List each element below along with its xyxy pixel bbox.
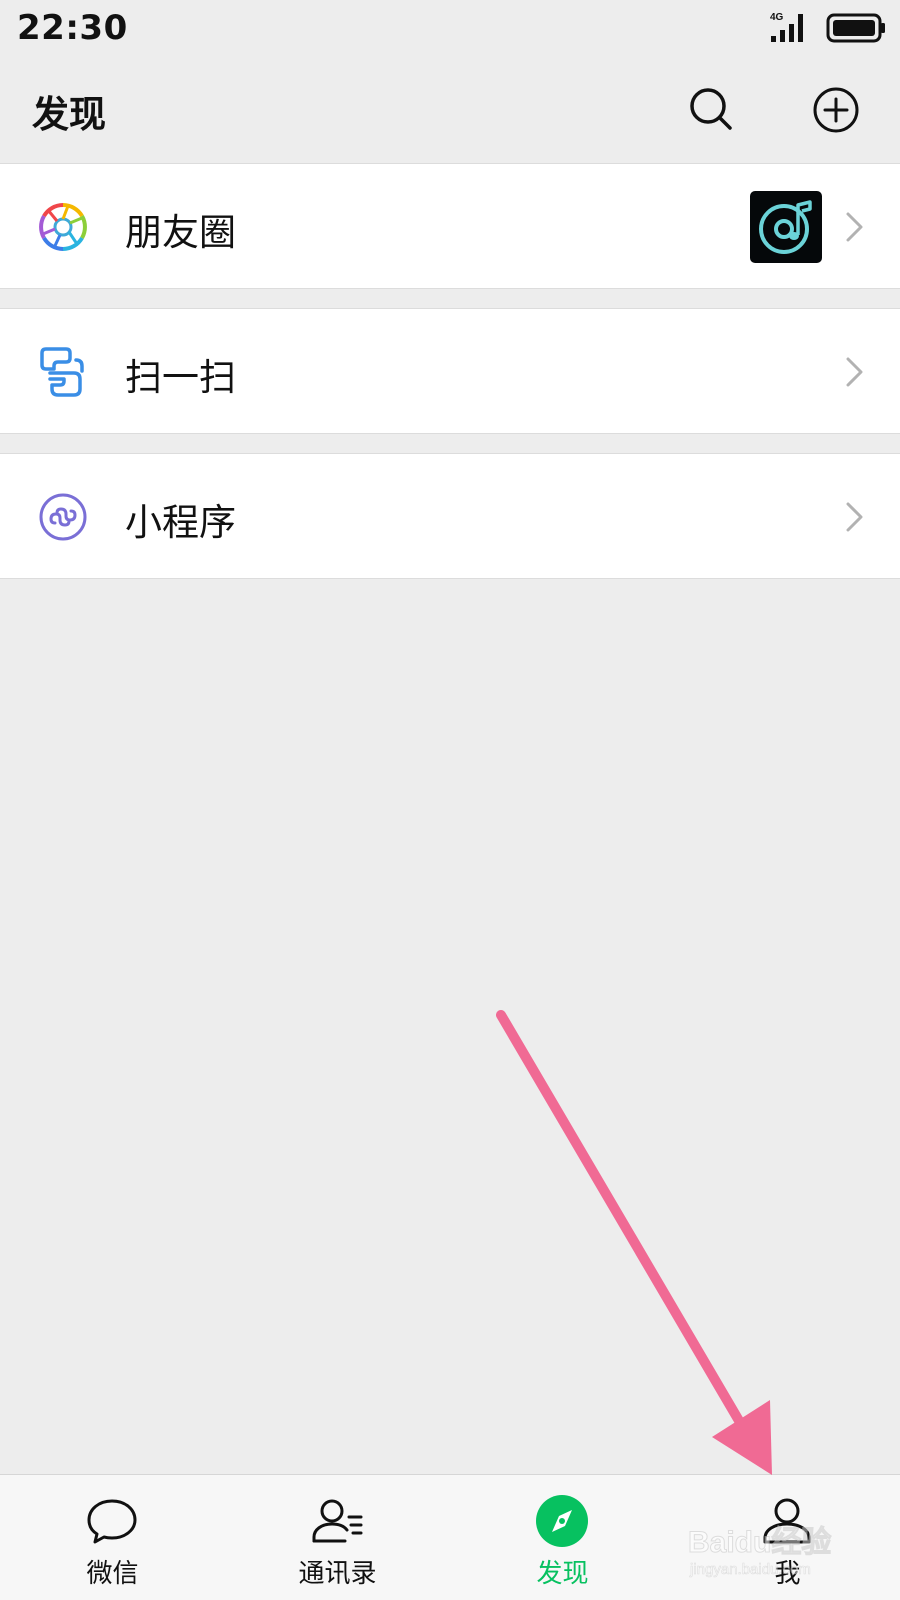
- contacts-icon: [312, 1499, 363, 1543]
- search-icon[interactable]: [683, 82, 739, 138]
- scan-icon: [40, 347, 84, 397]
- list-item-scan[interactable]: 扫一扫: [0, 308, 900, 434]
- tab-chats[interactable]: 微信: [0, 1475, 225, 1600]
- top-navigation-bar: 发现: [0, 58, 900, 162]
- chevron-right-icon: [846, 357, 863, 387]
- tab-me[interactable]: 我: [675, 1475, 900, 1600]
- chevron-right-icon: [846, 212, 863, 242]
- moments-thumbnail: [750, 191, 822, 263]
- cellular-signal-icon: 4G: [770, 12, 803, 42]
- mini-program-icon: [39, 493, 87, 541]
- tab-chats-label: 微信: [86, 1559, 139, 1589]
- tab-discover[interactable]: 发现: [450, 1475, 675, 1600]
- tab-contacts-label: 通讯录: [298, 1559, 377, 1589]
- chevron-right-icon: [846, 502, 863, 532]
- list-item-mini-programs[interactable]: 小程序: [0, 453, 900, 579]
- moments-icon: [39, 203, 87, 251]
- person-icon: [763, 1498, 811, 1544]
- bottom-tab-bar: 微信 通讯录 发现 我: [0, 1474, 900, 1600]
- music-note-icon: [759, 200, 812, 254]
- battery-icon: [826, 13, 885, 43]
- tab-contacts[interactable]: 通讯录: [225, 1475, 450, 1600]
- page-title: 发现: [32, 93, 106, 136]
- tab-discover-label: 发现: [536, 1559, 589, 1589]
- compass-icon: [536, 1495, 588, 1547]
- status-time: 22:30: [17, 8, 128, 48]
- plus-circle-icon[interactable]: [808, 82, 864, 138]
- network-type: 4G: [770, 12, 784, 23]
- scan-label: 扫一扫: [125, 356, 236, 399]
- chat-bubble-icon: [87, 1499, 137, 1544]
- moments-label: 朋友圈: [125, 211, 236, 254]
- tab-me-label: 我: [774, 1559, 801, 1589]
- status-bar: 22:30 4G: [0, 0, 900, 58]
- mini-programs-label: 小程序: [125, 501, 236, 544]
- list-item-moments[interactable]: 朋友圈: [0, 163, 900, 289]
